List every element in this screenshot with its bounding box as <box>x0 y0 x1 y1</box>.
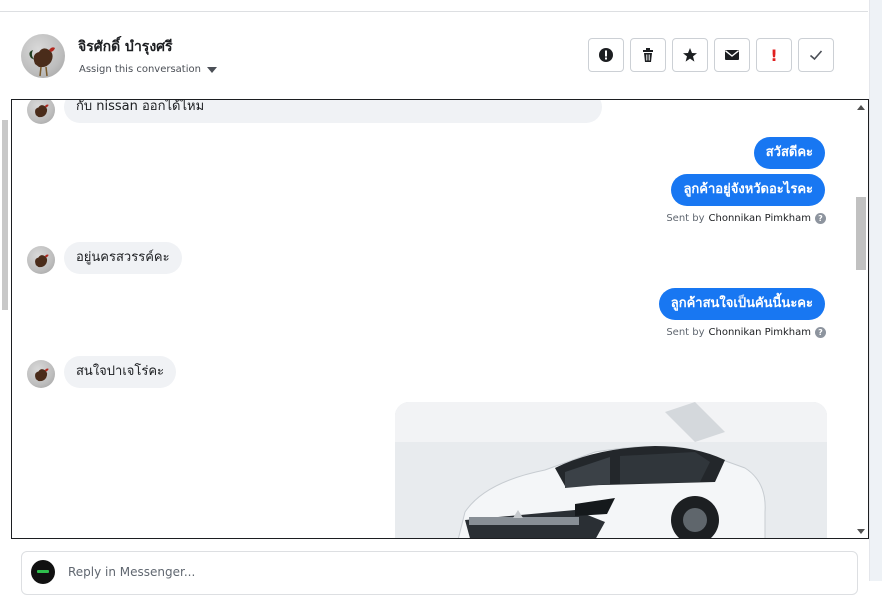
contact-name: จิรศักดิ์ บำรุงศรี <box>78 39 173 55</box>
thread-scrollbar[interactable] <box>854 100 868 538</box>
message-text: ลูกค้าอยู่จังหวัดอะไรคะ <box>683 182 813 197</box>
sent-by-prefix: Sent by <box>666 213 705 224</box>
incoming-message: อยู่นครสวรรค์คะ <box>64 242 182 274</box>
scrollbar-thumb[interactable] <box>856 197 866 270</box>
follow-up-button[interactable]: ! <box>756 38 792 72</box>
top-bar <box>0 0 868 12</box>
message-thread[interactable]: กับ nissan ออกได้ไหม สวัสดีคะ ลูกค้าอยู่… <box>11 99 869 539</box>
mark-spam-button[interactable] <box>588 38 624 72</box>
message-text: สวัสดีคะ <box>765 145 813 160</box>
reply-input[interactable] <box>66 564 770 580</box>
sent-by-label: Sent by Chonnikan Pimkham ? <box>666 213 826 224</box>
help-icon[interactable]: ? <box>815 327 826 338</box>
contact-avatar-small <box>27 246 55 274</box>
left-scrollbar[interactable] <box>0 100 10 540</box>
star-icon <box>683 48 697 62</box>
exclamation-icon: ! <box>770 45 778 65</box>
sent-by-prefix: Sent by <box>666 327 705 338</box>
reply-box <box>21 551 858 595</box>
scroll-down-icon[interactable] <box>857 529 865 534</box>
check-icon <box>809 50 823 61</box>
star-button[interactable] <box>672 38 708 72</box>
delete-button[interactable] <box>630 38 666 72</box>
message-text: กับ nissan ออกได้ไหม <box>76 99 205 114</box>
contact-avatar[interactable] <box>21 34 65 78</box>
envelope-icon <box>725 50 739 60</box>
left-scrollbar-thumb[interactable] <box>2 120 8 310</box>
rooster-photo <box>35 254 49 268</box>
rooster-photo <box>35 104 49 118</box>
contact-avatar-small <box>27 360 55 388</box>
caret-down-icon <box>206 66 217 73</box>
message-text: อยู่นครสวรรค์คะ <box>76 250 170 265</box>
page-avatar <box>31 560 55 584</box>
assign-conversation-dropdown[interactable]: Assign this conversation <box>79 64 217 75</box>
mark-done-button[interactable] <box>798 38 834 72</box>
message-text: ลูกค้าสนใจเป็นคันนี้นะคะ <box>670 296 813 311</box>
trash-icon <box>643 48 653 62</box>
contact-avatar-small <box>27 100 55 124</box>
conversation-actions: ! <box>588 38 834 72</box>
mark-unread-button[interactable] <box>714 38 750 72</box>
sent-by-name: Chonnikan Pimkham <box>708 327 811 338</box>
conversation-header: จิรศักดิ์ บำรุงศรี Assign this conversat… <box>0 12 868 99</box>
outgoing-message: ลูกค้าอยู่จังหวัดอะไรคะ <box>671 174 825 206</box>
scroll-up-icon[interactable] <box>857 105 865 110</box>
alert-circle-icon <box>599 48 613 62</box>
help-icon[interactable]: ? <box>815 213 826 224</box>
side-panel-edge <box>869 0 882 581</box>
incoming-message: กับ nissan ออกได้ไหม <box>64 99 602 123</box>
car-image-attachment[interactable] <box>395 402 827 538</box>
sent-by-name: Chonnikan Pimkham <box>708 213 811 224</box>
incoming-message: สนใจปาเจโร่คะ <box>64 356 177 388</box>
rooster-photo <box>29 47 55 77</box>
rooster-photo <box>35 368 49 382</box>
message-text: สนใจปาเจโร่คะ <box>76 364 165 379</box>
outgoing-message: สวัสดีคะ <box>753 137 825 169</box>
suv-photo <box>395 402 827 538</box>
outgoing-message: ลูกค้าสนใจเป็นคันนี้นะคะ <box>658 288 825 320</box>
sent-by-label: Sent by Chonnikan Pimkham ? <box>666 327 826 338</box>
assign-label: Assign this conversation <box>79 64 201 75</box>
